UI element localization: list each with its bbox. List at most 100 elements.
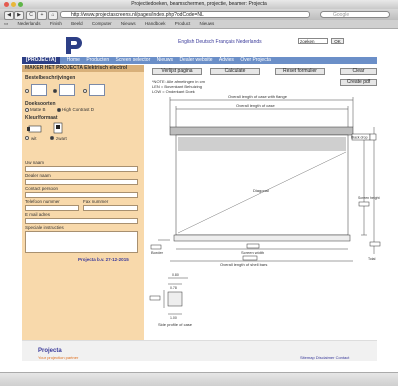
phone-input[interactable] [25, 205, 79, 211]
home-button[interactable]: ⌂ [48, 11, 58, 20]
fabric-option-high-contrast: High Contrast D [62, 107, 95, 112]
google-search-field[interactable]: Google [320, 10, 390, 18]
dim-a-label: 0.80 [172, 273, 179, 277]
side-profile-label: Side profile of case [158, 322, 193, 327]
overall-length-label: Overall length of case with flange [228, 94, 288, 99]
screen-dimension-drawing: Overall length of case with flange Overa… [149, 94, 381, 327]
bookmark-item[interactable]: Product [175, 21, 191, 26]
color-black-image[interactable] [50, 122, 66, 137]
bookmark-item[interactable]: Nieuws [200, 21, 215, 26]
minimize-window-button[interactable] [11, 2, 16, 7]
back-button[interactable]: ◀ [4, 11, 14, 20]
dim-b-label: 0.78 [170, 286, 177, 290]
browser-toolbar: ◀ ▶ C + ⌂ http://www.projectascreens.nl/… [0, 9, 398, 20]
ok-label: OK [334, 39, 341, 44]
panel-header: MAKER HET PROJECTA Elektrisch electrol [22, 65, 144, 72]
search-ok-button[interactable]: OK [331, 38, 344, 44]
label-dealer: Dealer naam [25, 173, 51, 178]
address-bar[interactable]: http://www.projectascreens.nl/pages/inde… [60, 10, 310, 18]
bookmarks-icon[interactable]: ▭ [4, 21, 8, 26]
screen-width-label: Screen width [241, 250, 264, 255]
housing-option-2-image[interactable] [59, 84, 75, 96]
bookmarks-bar: ▭ Nederlands Finish Beeld Computer Nieuw… [0, 20, 398, 29]
bookmark-item[interactable]: Handboek [145, 21, 166, 26]
total-label: Total [368, 257, 376, 261]
calculate-button[interactable]: Calculate [210, 68, 260, 75]
footer-logo[interactable]: Projecta [38, 348, 62, 354]
color-radio-black[interactable] [50, 136, 54, 140]
color-option-white: wit [31, 136, 37, 141]
home-icon: ⌂ [51, 12, 55, 18]
print-page-button[interactable]: Verlijst pagina [152, 68, 202, 75]
reload-icon: C [29, 12, 33, 18]
black-drop-label: Black drop [351, 136, 368, 140]
site-search-input[interactable]: zoeken [298, 38, 328, 44]
label-name: Uw naam [25, 160, 45, 165]
housing-option-1-image[interactable] [31, 84, 47, 96]
panel-footer-text: Projecta b.v. 27-12-2015 [78, 257, 129, 262]
reload-button[interactable]: C [26, 11, 36, 20]
reset-form-button[interactable]: Reset formulier [275, 68, 325, 75]
label-fax: Fax nummer [83, 199, 109, 204]
contact-input[interactable] [25, 192, 138, 198]
google-search-placeholder: Google [333, 11, 350, 18]
label-contact: Contact persoon [25, 186, 59, 191]
footer-links[interactable]: Sitemap Disclaimer Contact [300, 355, 349, 360]
forward-arrow-icon: ▶ [17, 12, 21, 18]
border-label: Border [151, 250, 164, 255]
section-color: Kleur/formaat [25, 115, 58, 121]
bookmark-item[interactable]: Finish [50, 21, 62, 26]
nav-item-about[interactable]: Over Projecta [240, 57, 271, 63]
nav-item-products[interactable]: Producten [86, 57, 109, 63]
clear-button[interactable]: Clear [340, 68, 377, 75]
email-input[interactable] [25, 218, 138, 224]
projecta-logo[interactable] [58, 35, 88, 55]
browser-status-bar [0, 372, 398, 386]
nav-item-home[interactable]: Home [67, 57, 80, 63]
housing-radio-3[interactable] [83, 89, 87, 93]
color-radio-white[interactable] [25, 136, 29, 140]
fabric-option-matte: Matte B [30, 107, 46, 112]
create-pdf-button[interactable]: Create pdf [340, 79, 377, 86]
label-phone: Telefoon nummer [25, 199, 60, 204]
bookmark-item[interactable]: Beeld [71, 21, 83, 26]
section-housing: Bestelbeschrijvingen [25, 75, 76, 81]
housing-radio-1[interactable] [25, 89, 29, 93]
window-title: Projectiedoeken, beamschermen, projectie… [131, 1, 267, 7]
fabric-radio-high-contrast[interactable] [57, 108, 61, 112]
dim-c-label: 1.00 [170, 316, 177, 320]
housing-radio-2[interactable] [53, 89, 57, 93]
close-window-button[interactable] [4, 2, 9, 7]
site-search-value: zoeken [300, 39, 315, 44]
bookmark-item[interactable]: Computer [92, 21, 112, 26]
label-instructions: Speciale instructies [25, 225, 64, 230]
url-text: http://www.projectascreens.nl/pages/inde… [71, 11, 204, 18]
back-arrow-icon: ◀ [7, 12, 11, 18]
nav-item-news[interactable]: Nieuws [157, 57, 173, 63]
bookmark-item[interactable]: Nieuws [121, 21, 136, 26]
case-length-label: Overall length of case [236, 103, 275, 108]
bookmark-item[interactable]: Nederlands [18, 21, 41, 26]
screen-height-label: Screen height [358, 196, 380, 200]
housing-option-3-image[interactable] [89, 84, 105, 96]
nav-item-screen-selector[interactable]: Screen selector [116, 57, 151, 63]
overall-width-label: Overall length of shell bars [220, 262, 267, 267]
diagonal-label: Diagonal [253, 188, 269, 193]
name-input[interactable] [25, 166, 138, 172]
nav-item-dealer[interactable]: Dealer website [179, 57, 212, 63]
label-email: E mail adres [25, 212, 51, 217]
add-bookmark-button[interactable]: + [37, 11, 47, 20]
forward-button[interactable]: ▶ [14, 11, 24, 20]
nav-item-advice[interactable]: Advies [219, 57, 234, 63]
zoom-window-button[interactable] [18, 2, 23, 7]
window-titlebar: Projectiedoeken, beamschermen, projectie… [0, 0, 398, 9]
plus-icon: + [40, 12, 44, 18]
fabric-radio-matte[interactable] [25, 108, 29, 112]
nav-brand[interactable]: [PROJECTA] [22, 57, 61, 64]
dealer-input[interactable] [25, 179, 138, 185]
instructions-textarea[interactable] [25, 231, 138, 253]
language-links[interactable]: English Deutsch Français Nederlands [178, 39, 262, 45]
color-option-black: zwart [56, 136, 67, 141]
fax-input[interactable] [83, 205, 138, 211]
color-white-image[interactable] [27, 123, 45, 137]
